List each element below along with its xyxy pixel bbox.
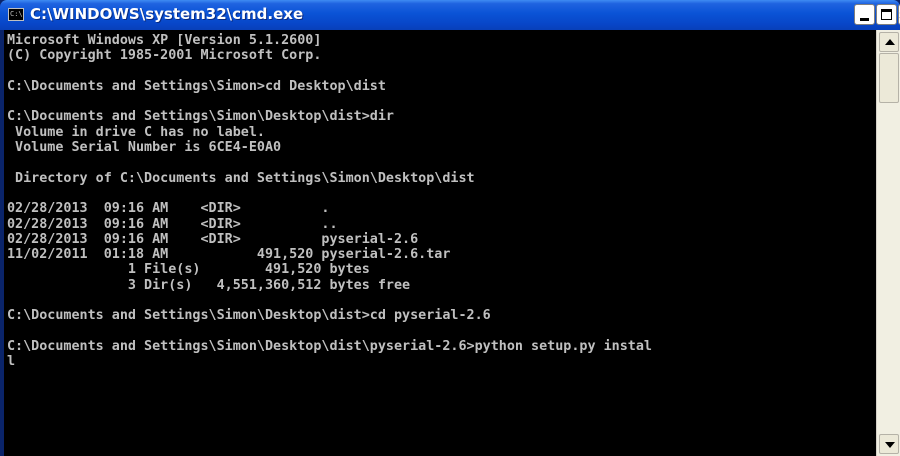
console-output[interactable]: Microsoft Windows XP [Version 5.1.2600](… <box>4 30 876 456</box>
console-line: Volume Serial Number is 6CE4-E0A0 <box>7 140 282 156</box>
console-line: 3 Dir(s) 4,551,360,512 bytes free <box>7 277 411 293</box>
console-line: 1 File(s) 491,520 bytes <box>7 262 370 278</box>
console-line: C:\Documents and Settings\Simon\Desktop\… <box>7 308 491 324</box>
scroll-up-button[interactable] <box>879 32 899 52</box>
vertical-scrollbar[interactable] <box>876 30 900 456</box>
console-line: 02/28/2013 09:16 AM <DIR> .. <box>7 216 338 232</box>
console-line: 02/28/2013 09:16 AM <DIR> pyserial-2.6 <box>7 231 419 247</box>
console-line: C:\Documents and Settings\Simon\Desktop\… <box>7 338 652 354</box>
console-line: C:\Documents and Settings\Simon\Desktop\… <box>7 109 394 125</box>
minimize-button[interactable] <box>854 4 875 25</box>
minimize-icon <box>860 18 869 21</box>
console-line: C:\Documents and Settings\Simon>cd Deskt… <box>7 78 386 94</box>
window-title: C:\WINDOWS\system32\cmd.exe <box>30 5 304 23</box>
cmd-icon[interactable]: C:\ <box>8 8 24 21</box>
console-line: (C) Copyright 1985-2001 Microsoft Corp. <box>7 48 322 64</box>
title-bar[interactable]: C:\ C:\WINDOWS\system32\cmd.exe × <box>0 0 900 30</box>
console-line: Directory of C:\Documents and Settings\S… <box>7 170 475 186</box>
cmd-window: C:\ C:\WINDOWS\system32\cmd.exe × Micros… <box>0 0 900 456</box>
maximize-icon <box>881 9 892 20</box>
maximize-button[interactable] <box>876 4 897 25</box>
console-line: Microsoft Windows XP [Version 5.1.2600] <box>7 33 322 48</box>
arrow-down-icon <box>885 442 895 448</box>
console-line: l <box>7 354 16 370</box>
console-line: 02/28/2013 09:16 AM <DIR> . <box>7 201 330 217</box>
console-line: Volume in drive C has no label. <box>7 124 265 140</box>
arrow-up-icon <box>885 39 895 45</box>
console-line: 11/02/2011 01:18 AM 491,520 pyserial-2.6… <box>7 247 451 263</box>
scroll-down-button[interactable] <box>879 434 899 454</box>
scrollbar-thumb[interactable] <box>879 53 899 103</box>
